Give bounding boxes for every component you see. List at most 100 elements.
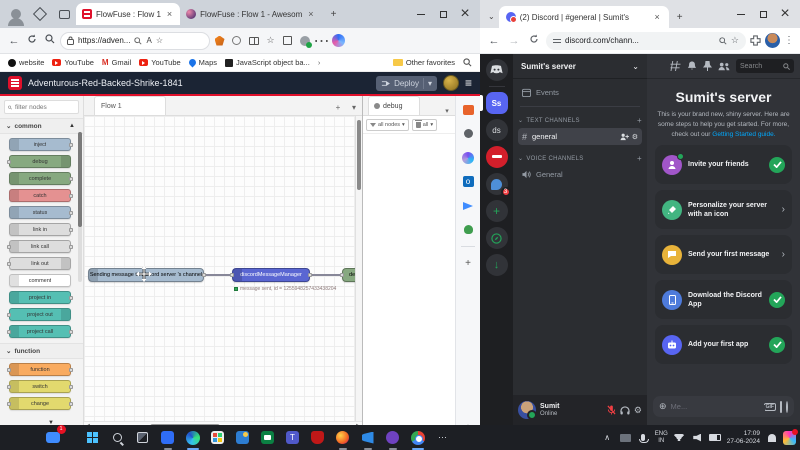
workspaces-icon[interactable] [32, 6, 48, 22]
shopping-icon[interactable] [461, 102, 476, 117]
favorites-icon[interactable]: ☆ [263, 33, 278, 48]
flow-tab-1[interactable]: Flow 1 [94, 96, 166, 115]
voice-channels-category[interactable]: ⌄ VOICE CHANNELS + [518, 151, 642, 166]
collections-icon[interactable] [280, 33, 295, 48]
palette-node-status[interactable]: status [9, 206, 71, 219]
new-tab-button[interactable]: + [326, 6, 342, 22]
back-button[interactable]: ← [6, 35, 22, 47]
user-settings-icon[interactable]: ⚙ [634, 405, 642, 416]
split-screen-icon[interactable] [246, 33, 261, 48]
hamburger-menu-icon[interactable]: ≡ [465, 77, 472, 89]
create-channel-icon[interactable]: + [637, 154, 642, 163]
read-aloud-icon[interactable]: A [146, 36, 151, 45]
palette-category-common[interactable]: ⌄common ▲ [0, 118, 83, 134]
debug-messages[interactable] [363, 134, 455, 432]
tab-actions-icon[interactable] [56, 6, 72, 22]
address-bar[interactable]: https://adven... A ☆ [60, 32, 210, 50]
flow-node-discord-message-manager[interactable]: discordMessageManager [232, 268, 310, 282]
zoom-icon[interactable] [134, 37, 142, 45]
threads-icon[interactable] [670, 61, 681, 71]
sidebar-menu-icon[interactable]: ▾ [439, 107, 455, 115]
weather-app-icon[interactable] [234, 429, 252, 447]
palette-filter-input[interactable] [15, 104, 75, 111]
games-icon[interactable] [461, 222, 476, 237]
search-icon[interactable] [42, 34, 58, 47]
edge-taskbar-icon[interactable] [184, 429, 202, 447]
palette-node-link-out[interactable]: link out [9, 257, 71, 270]
palette-node-debug[interactable]: debug [9, 155, 71, 168]
teams-icon[interactable]: T [284, 429, 302, 447]
refresh-button[interactable] [24, 34, 40, 47]
palette-node-project-in[interactable]: project in [9, 291, 71, 304]
other-favorites[interactable]: Other favorites [393, 58, 455, 67]
pinned-messages-icon[interactable] [703, 61, 712, 71]
favorites-overflow-icon[interactable]: › [318, 58, 321, 67]
task-view-icon[interactable] [134, 429, 152, 447]
history-icon[interactable] [229, 33, 244, 48]
card-personalize-server[interactable]: Personalize your server with an icon › [655, 190, 792, 229]
teams-chat-icon[interactable]: 1 [44, 429, 62, 447]
attach-plus-icon[interactable]: ⊕ [659, 401, 667, 412]
tray-app-icon[interactable] [619, 434, 632, 442]
github-desktop-icon[interactable] [384, 429, 402, 447]
user-avatar[interactable] [443, 75, 459, 91]
profile-icon[interactable] [8, 6, 24, 22]
server-with-mentions[interactable]: 3 [486, 173, 508, 195]
palette-node-switch[interactable]: switch [9, 380, 71, 393]
start-button[interactable] [84, 429, 102, 447]
palette-node-link-in[interactable]: link in [9, 223, 71, 236]
address-bar[interactable]: discord.com/chann... ☆ [546, 32, 746, 50]
mcafee-icon[interactable] [309, 429, 327, 447]
palette-node-complete[interactable]: complete [9, 172, 71, 185]
discord-home-button[interactable] [486, 59, 508, 81]
favorite-website[interactable]: website [8, 58, 44, 67]
zoom-icon[interactable] [719, 37, 727, 45]
add-sidebar-item-icon[interactable]: + [461, 256, 476, 271]
flowfuse-logo[interactable] [8, 76, 22, 90]
close-window-button[interactable]: × [774, 4, 796, 24]
favorite-maps[interactable]: Maps [189, 58, 217, 67]
debug-tab[interactable]: debug [368, 96, 420, 115]
language-indicator[interactable]: ENG IN [655, 431, 668, 444]
palette-node-project-call[interactable]: project call [9, 325, 71, 338]
more-options-icon[interactable]: ⋯ [314, 33, 329, 48]
close-tab-icon[interactable]: × [165, 9, 174, 19]
download-apps-button[interactable]: ↓ [486, 254, 508, 276]
members-icon[interactable] [718, 62, 730, 71]
workspace[interactable]: Sending message to discord server 's cha… [84, 116, 355, 421]
palette-category-function[interactable]: ⌄function [0, 343, 83, 359]
channel-settings-icon[interactable]: ⚙ [632, 133, 638, 141]
create-channel-icon[interactable]: + [637, 116, 642, 125]
add-server-button[interactable]: + [486, 200, 508, 222]
taskbar-search-icon[interactable] [109, 429, 127, 447]
browser-essentials-icon[interactable] [461, 126, 476, 141]
clock[interactable]: 17:09 27-06-2024 [727, 430, 760, 446]
sticker-icon[interactable] [780, 402, 782, 412]
explore-servers-button[interactable] [486, 227, 508, 249]
headphones-icon[interactable] [620, 406, 630, 415]
forward-button[interactable]: → [506, 35, 522, 47]
chrome-menu-icon[interactable]: ⋮ [784, 35, 794, 46]
server-header[interactable]: Sumit's server ⌄ [513, 54, 647, 79]
server-flowfuse[interactable] [486, 146, 508, 168]
outlook-icon[interactable]: o [461, 174, 476, 189]
message-input[interactable]: ⊕ Me... GIF [653, 396, 794, 417]
meet-icon[interactable] [259, 429, 277, 447]
refresh-button[interactable] [526, 34, 542, 47]
notification-bell-icon[interactable] [765, 434, 778, 442]
palette-search[interactable] [4, 100, 79, 114]
palette-node-inject[interactable]: inject [9, 138, 71, 151]
deploy-caret-icon[interactable]: ▾ [428, 79, 432, 88]
metamask-icon[interactable] [212, 33, 227, 48]
card-download-app[interactable]: Download the Discord App [655, 280, 792, 319]
palette-node-link-call[interactable]: link call [9, 240, 71, 253]
voice-channel-general[interactable]: General [518, 166, 642, 183]
server-sumits-server[interactable]: Ss [486, 92, 508, 114]
palette-scrollbar[interactable] [78, 132, 82, 282]
add-flow-button[interactable]: + [330, 99, 346, 115]
edge-tab-flowfuse-2[interactable]: FlowFuse : Flow 1 - Awesom × [180, 3, 321, 25]
palette-node-change[interactable]: change [9, 397, 71, 410]
notifications-bell-icon[interactable] [687, 61, 697, 71]
tray-expand-icon[interactable]: ∧ [601, 433, 614, 442]
debug-filter-nodes[interactable]: all nodes▾ [366, 119, 409, 131]
